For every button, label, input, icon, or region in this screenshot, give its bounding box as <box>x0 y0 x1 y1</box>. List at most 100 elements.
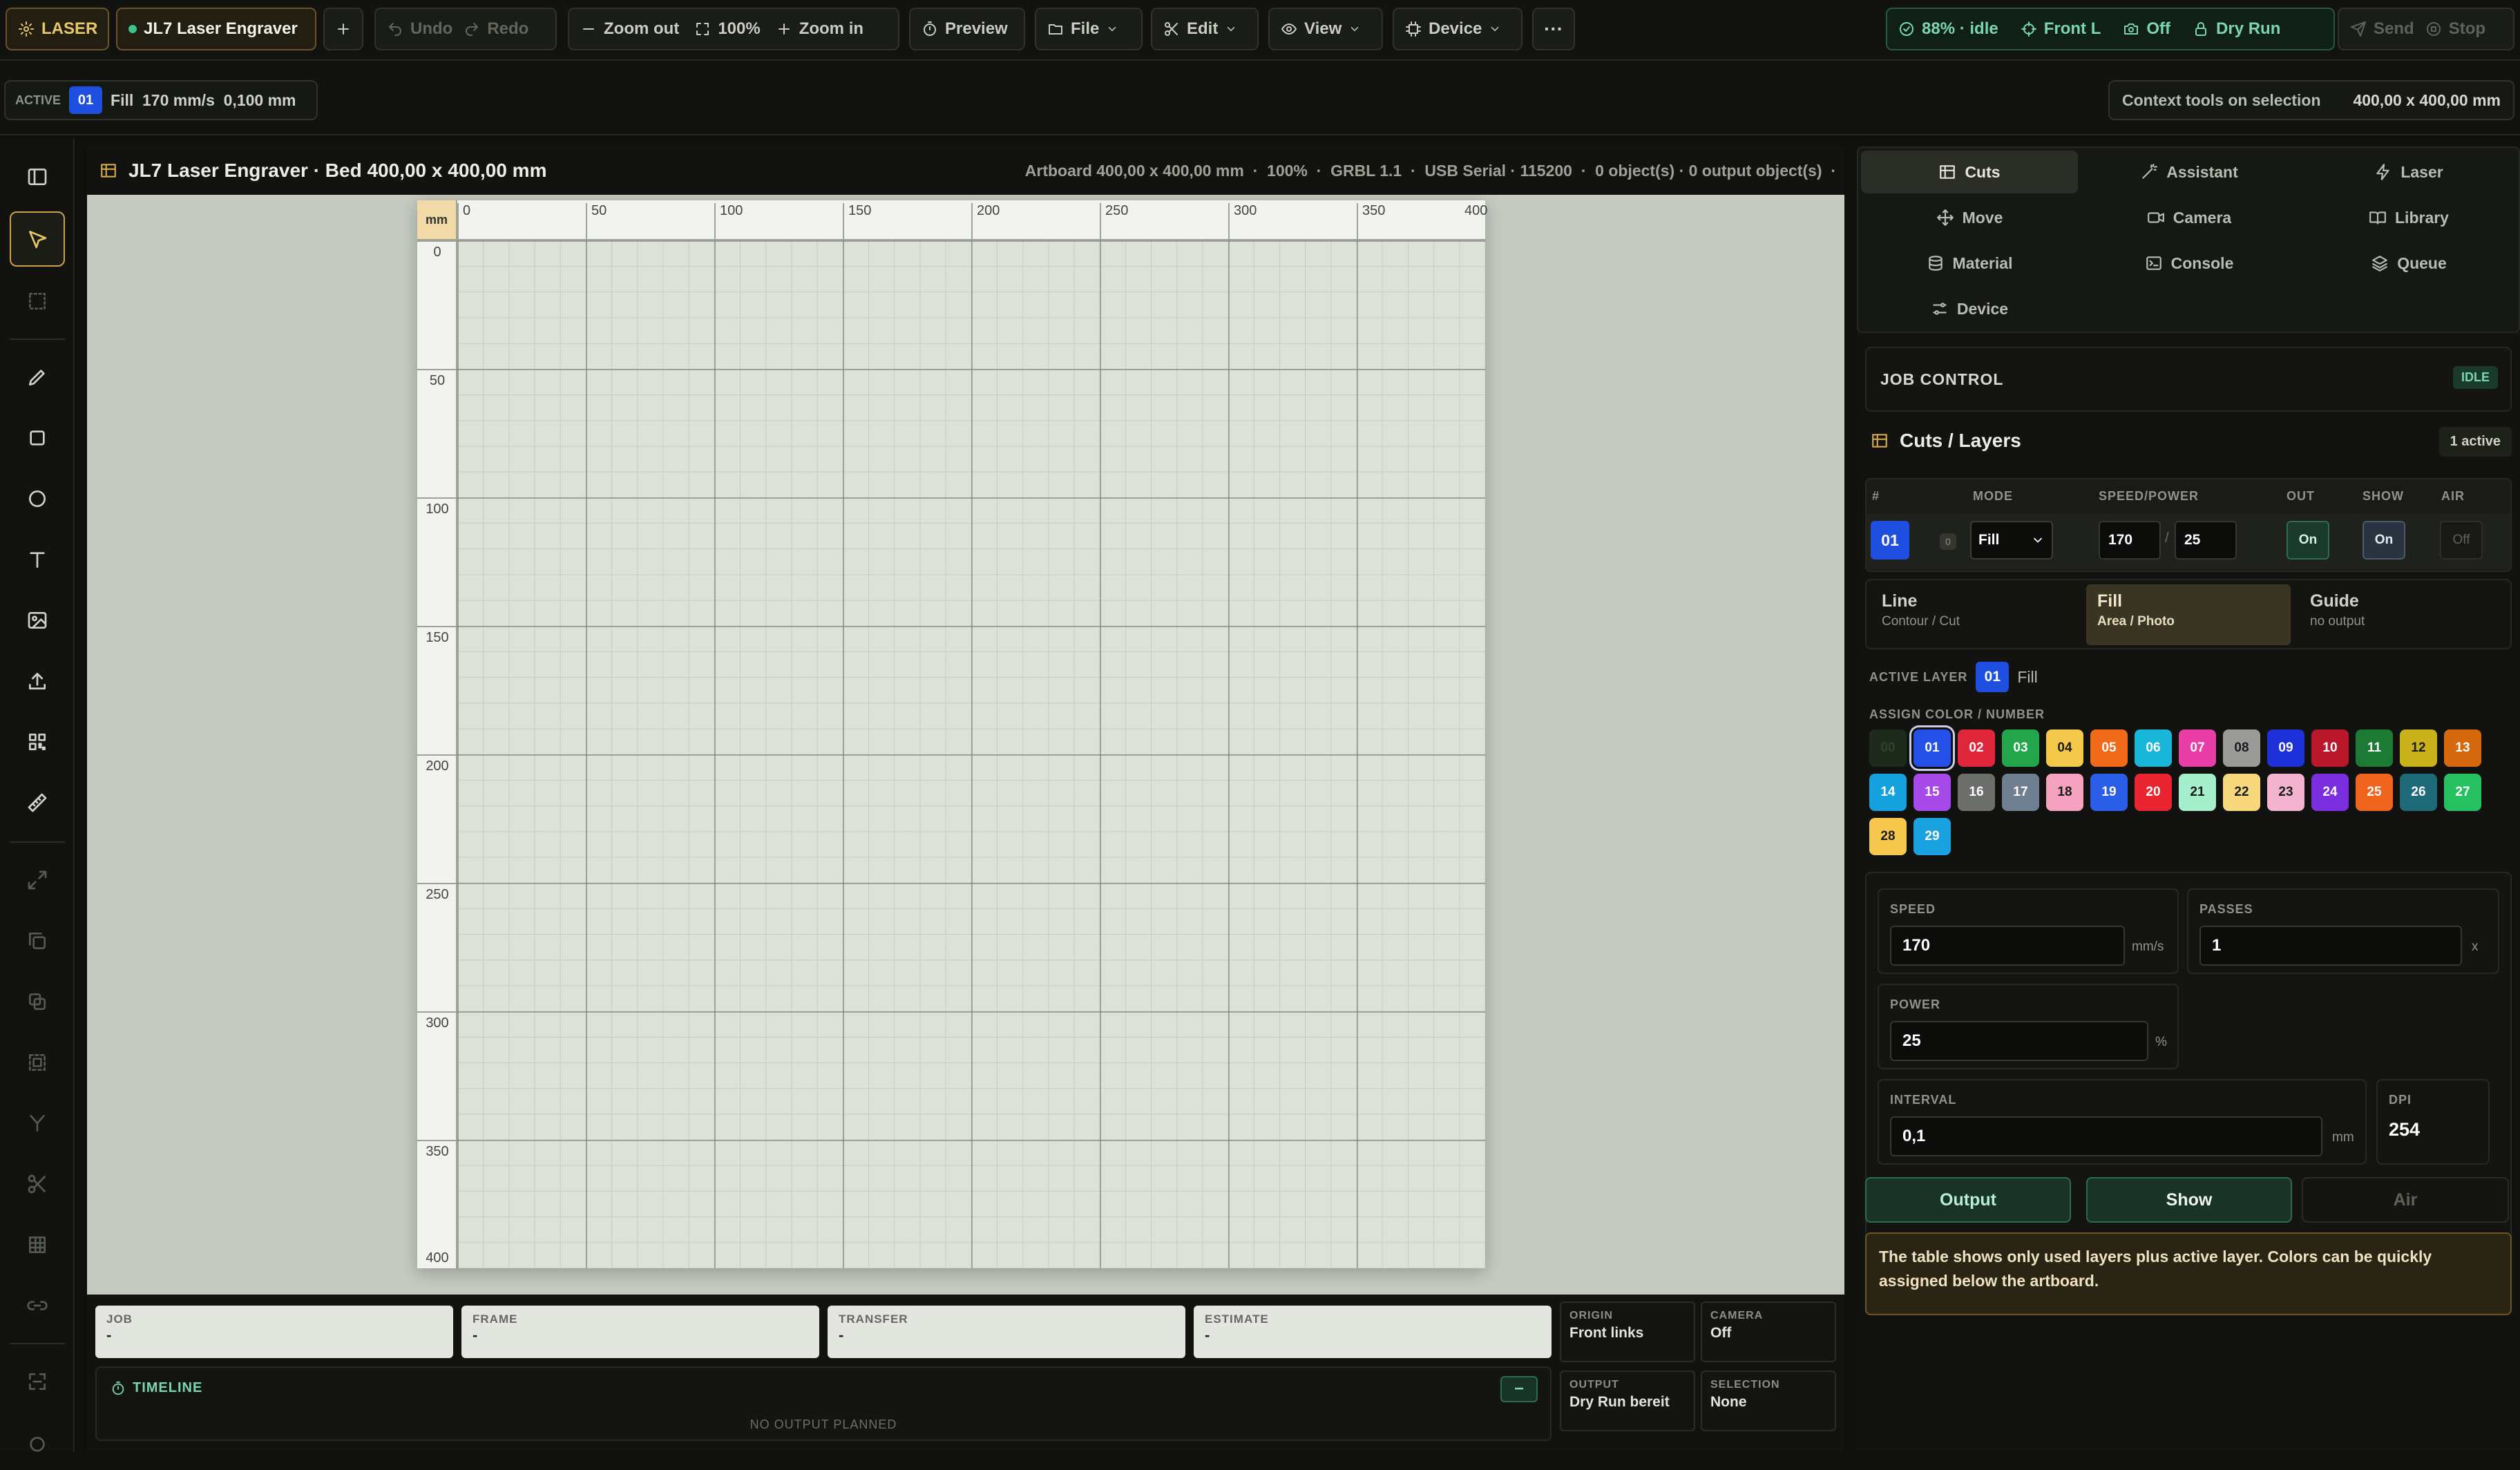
redo-button[interactable]: Redo <box>464 9 540 49</box>
tab-move[interactable]: Move <box>1861 196 2078 239</box>
color-swatch-23[interactable]: 23 <box>2267 774 2304 811</box>
ellipse-tool[interactable] <box>10 471 65 526</box>
color-swatch-10[interactable]: 10 <box>2311 729 2349 767</box>
camera-status[interactable]: Off <box>2112 9 2182 49</box>
color-swatch-14[interactable]: 14 <box>1869 774 1907 811</box>
color-swatch-19[interactable]: 19 <box>2090 774 2128 811</box>
zoom-in-button[interactable]: Zoom in <box>765 9 875 49</box>
image-tool[interactable] <box>10 593 65 648</box>
workspace-canvas[interactable]: mm 0 50 100 150 200 250 300 350 400 0 50 100 150 200… <box>87 195 1844 1295</box>
text-tool[interactable] <box>10 532 65 587</box>
color-swatch-25[interactable]: 25 <box>2356 774 2393 811</box>
node-tool[interactable] <box>10 1096 65 1151</box>
device-menu[interactable]: Device <box>1393 8 1522 50</box>
more-button[interactable]: ··· <box>1532 8 1575 50</box>
frame-tool[interactable] <box>10 1354 65 1409</box>
mode-fill-option[interactable]: Fill Area / Photo <box>2086 584 2291 645</box>
tab-device[interactable]: Device <box>1861 287 2078 330</box>
output-button[interactable]: Output <box>1865 1177 2071 1223</box>
select-tool[interactable] <box>10 211 65 267</box>
color-swatch-20[interactable]: 20 <box>2135 774 2172 811</box>
tab-material[interactable]: Material <box>1861 242 2078 285</box>
color-swatch-02[interactable]: 02 <box>1958 729 1995 767</box>
color-swatch-11[interactable]: 11 <box>2356 729 2393 767</box>
color-swatch-08[interactable]: 08 <box>2223 729 2260 767</box>
zoom-out-button[interactable]: Zoom out <box>569 9 690 49</box>
color-swatch-17[interactable]: 17 <box>2002 774 2039 811</box>
mode-line-option[interactable]: Line Contour / Cut <box>1871 584 2075 645</box>
group-tool[interactable] <box>10 1035 65 1090</box>
color-swatch-04[interactable]: 04 <box>2046 729 2083 767</box>
origin-status[interactable]: Front L <box>2010 9 2112 49</box>
rectangle-tool[interactable] <box>10 410 65 466</box>
color-swatch-12[interactable]: 12 <box>2400 729 2437 767</box>
panel-toggle-tool[interactable] <box>10 149 65 204</box>
layer-show-toggle[interactable]: On <box>2362 521 2405 560</box>
color-swatch-27[interactable]: 27 <box>2444 774 2481 811</box>
view-menu[interactable]: View <box>1268 8 1383 50</box>
speed-input[interactable]: 170 <box>1890 926 2125 966</box>
zoom-reset-button[interactable]: 100% <box>690 9 764 49</box>
color-swatch-09[interactable]: 09 <box>2267 729 2304 767</box>
array-tool[interactable] <box>10 1217 65 1272</box>
active-layer-chip[interactable]: ACTIVE 01 Fill 170 mm/s 0,100 mm <box>4 80 318 120</box>
duplicate-tool[interactable] <box>10 913 65 968</box>
passes-input[interactable]: 1 <box>2199 926 2462 966</box>
boolean-tool[interactable] <box>10 974 65 1029</box>
color-swatch-26[interactable]: 26 <box>2400 774 2437 811</box>
layer-output-toggle[interactable]: On <box>2287 521 2329 560</box>
tab-cuts[interactable]: Cuts <box>1861 151 2078 193</box>
add-tab-button[interactable] <box>323 8 363 50</box>
extra-tool[interactable] <box>10 1415 65 1470</box>
color-swatch-07[interactable]: 07 <box>2179 729 2216 767</box>
preview-button[interactable]: Preview <box>909 8 1025 50</box>
color-swatch-01[interactable]: 01 <box>1913 729 1951 767</box>
app-mode-button[interactable]: LASER <box>6 8 109 50</box>
color-swatch-06[interactable]: 06 <box>2135 729 2172 767</box>
marquee-tool[interactable] <box>10 274 65 329</box>
tab-laser[interactable]: Laser <box>2300 151 2517 193</box>
layer-number-badge[interactable]: 01 <box>1871 521 1909 560</box>
layer-speed-input[interactable]: 170 <box>2099 521 2161 560</box>
air-button[interactable]: Air <box>2302 1177 2509 1223</box>
color-swatch-21[interactable]: 21 <box>2179 774 2216 811</box>
scale-tool[interactable] <box>10 852 65 908</box>
mode-select[interactable]: Fill <box>1970 521 2053 560</box>
show-button[interactable]: Show <box>2086 1177 2292 1223</box>
pen-tool[interactable] <box>10 350 65 405</box>
color-swatch-00[interactable]: 00 <box>1869 729 1907 767</box>
tab-camera[interactable]: Camera <box>2081 196 2298 239</box>
color-swatch-28[interactable]: 28 <box>1869 818 1907 855</box>
bed-grid[interactable] <box>457 240 1485 1268</box>
send-button[interactable]: Send <box>2339 9 2425 49</box>
cut-tool[interactable] <box>10 1156 65 1212</box>
tab-queue[interactable]: Queue <box>2300 242 2517 285</box>
layer-power-input[interactable]: 25 <box>2175 521 2237 560</box>
color-swatch-22[interactable]: 22 <box>2223 774 2260 811</box>
tab-console[interactable]: Console <box>2081 242 2298 285</box>
edit-menu[interactable]: Edit <box>1151 8 1259 50</box>
color-swatch-13[interactable]: 13 <box>2444 729 2481 767</box>
power-input[interactable]: 25 <box>1890 1021 2148 1061</box>
color-swatch-18[interactable]: 18 <box>2046 774 2083 811</box>
color-swatch-16[interactable]: 16 <box>1958 774 1995 811</box>
timeline-collapse-button[interactable]: − <box>1500 1376 1538 1402</box>
tab-assistant[interactable]: Assistant <box>2081 151 2298 193</box>
qr-tool[interactable] <box>10 714 65 770</box>
color-swatch-03[interactable]: 03 <box>2002 729 2039 767</box>
dry-run-status[interactable]: Dry Run <box>2182 9 2291 49</box>
color-swatch-05[interactable]: 05 <box>2090 729 2128 767</box>
layer-air-toggle[interactable]: Off <box>2440 521 2483 560</box>
color-swatch-24[interactable]: 24 <box>2311 774 2349 811</box>
color-swatch-29[interactable]: 29 <box>1913 818 1951 855</box>
artboard[interactable]: mm 0 50 100 150 200 250 300 350 400 0 50 100 150 200… <box>417 200 1487 1268</box>
idle-status[interactable]: 88% · idle <box>1887 9 2010 49</box>
import-tool[interactable] <box>10 653 65 709</box>
stop-button[interactable]: Stop <box>2425 9 2497 49</box>
file-menu[interactable]: File <box>1035 8 1143 50</box>
tab-library[interactable]: Library <box>2300 196 2517 239</box>
interval-input[interactable]: 0,1 <box>1890 1116 2322 1156</box>
device-tab[interactable]: JL7 Laser Engraver <box>116 8 316 50</box>
mode-guide-option[interactable]: Guide no output <box>2299 584 2503 645</box>
color-swatch-15[interactable]: 15 <box>1913 774 1951 811</box>
